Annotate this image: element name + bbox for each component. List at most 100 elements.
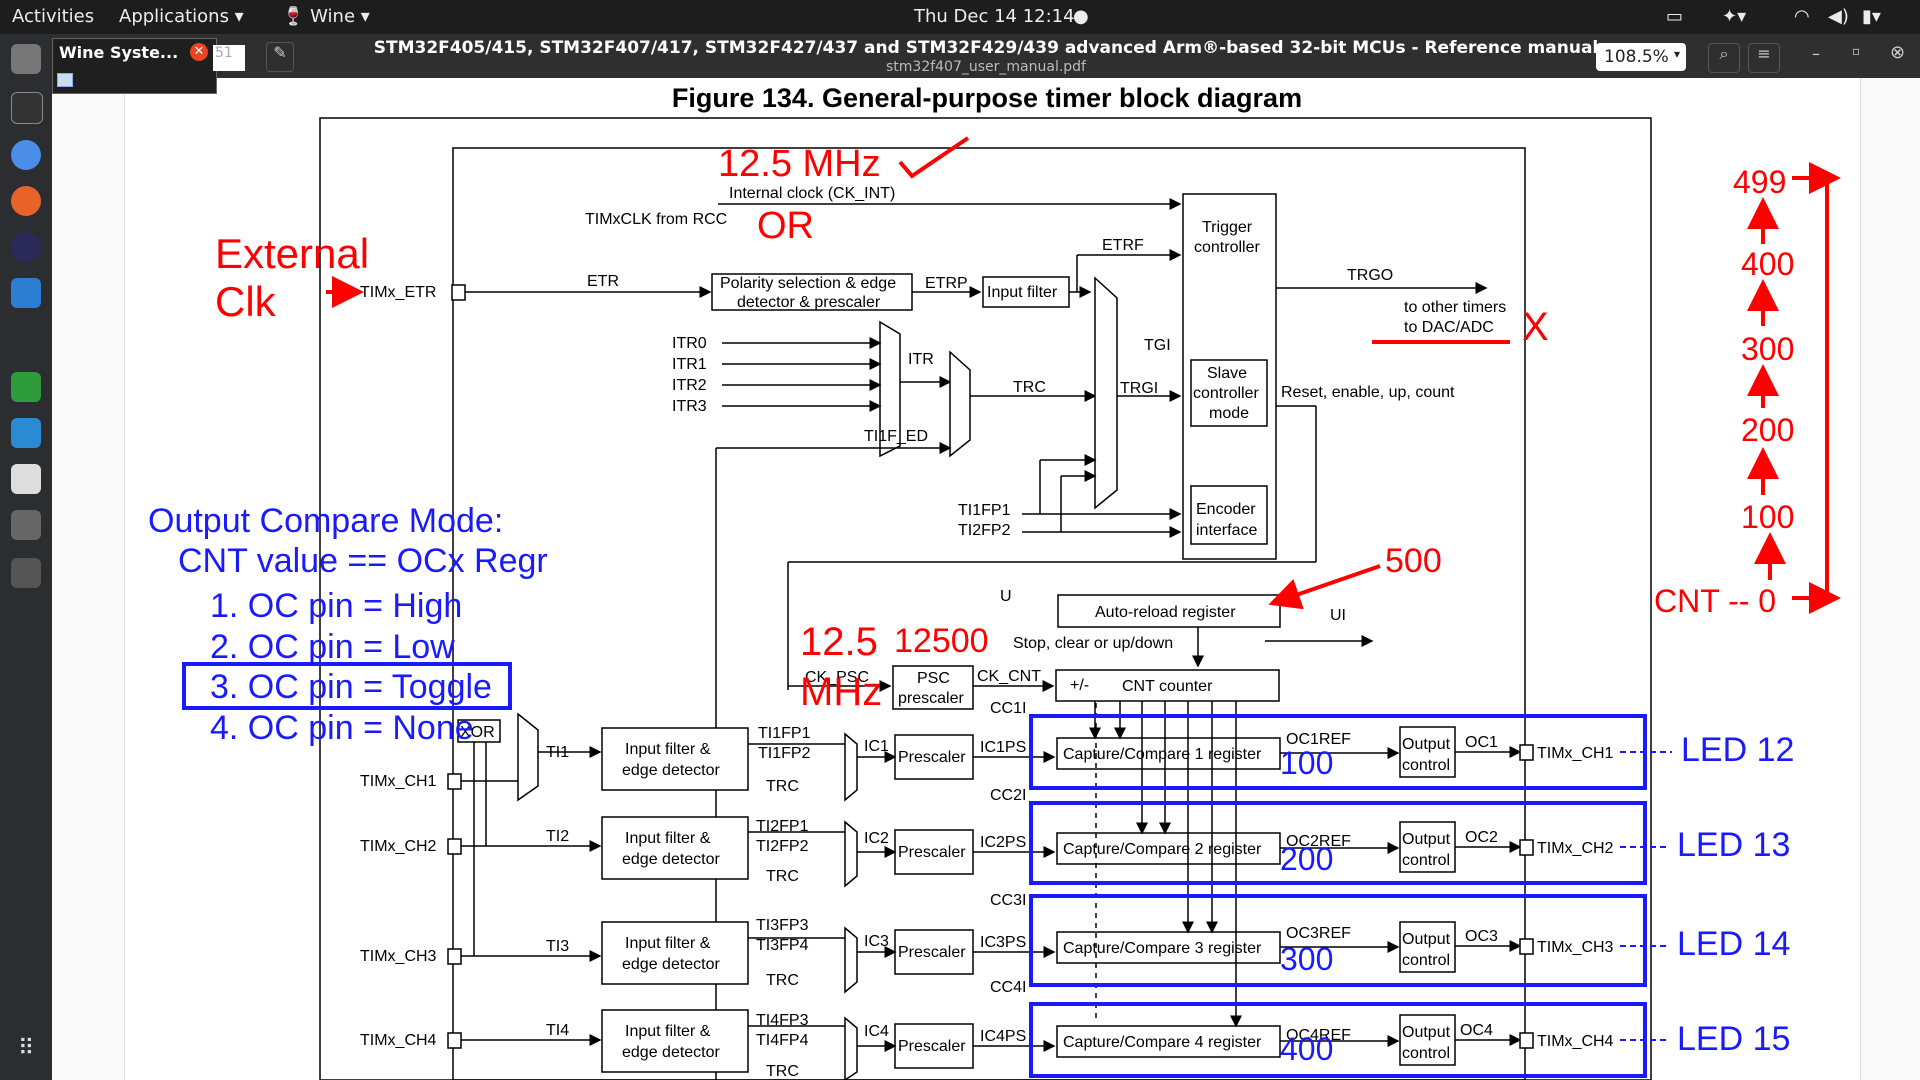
timx-ch3-output-label: TIMx_CH3 [1537,939,1614,956]
cc2-register-label: Capture/Compare 2 register [1063,841,1262,858]
autoreload-label: Auto-reload register [1095,604,1236,621]
figure-title: Figure 134. General-purpose timer block … [672,83,1302,113]
annot-cnt-scale-200: 200 [1741,412,1794,448]
trc-ch2-label: TRC [766,868,799,885]
ti2fp2-label: TI2FP2 [958,522,1011,539]
to-other-timers-label: to other timers [1404,299,1506,316]
itr0-label: ITR0 [672,335,707,352]
ui-label: UI [1330,607,1346,624]
cc1-register-label: Capture/Compare 1 register [1063,746,1262,763]
timxclk-label: TIMxCLK from RCC [585,211,727,228]
ti2fp1-label: TI2FP1 [756,818,809,835]
annot-cnt-scale-499: 499 [1733,164,1786,200]
ti4fp3-label: TI4FP3 [756,1012,809,1029]
ck-cnt-label: CK_CNT [977,668,1041,685]
filter3-label-2: edge detector [622,956,721,973]
cc3i-label: CC3I [990,892,1026,909]
annot-oc-line1: CNT value == OCx Regr [178,542,548,580]
ic3-label: IC3 [864,933,889,950]
ti3-label: TI3 [546,938,569,955]
trc-ch3-label: TRC [766,972,799,989]
output-control-1-label-1: Output [1402,736,1451,753]
ti1fp1-label: TI1FP1 [958,502,1011,519]
timx-ch1-input-label: TIMx_CH1 [360,773,437,790]
output-control-3-label-2: control [1402,952,1450,969]
psc-label-2: prescaler [898,690,964,707]
filter1-label-2: edge detector [622,762,721,779]
timx-ch2-output-label: TIMx_CH2 [1537,840,1614,857]
trc-ch4-label: TRC [766,1063,799,1080]
ic2-label: IC2 [864,830,889,847]
slave-label-3: mode [1209,405,1249,422]
itr2-label: ITR2 [672,377,707,394]
polarity-label-1: Polarity selection & edge [720,275,896,292]
oc1-label: OC1 [1465,734,1498,751]
ti2fp2-ch2-label: TI2FP2 [756,838,809,855]
trc-label: TRC [1013,379,1046,396]
ti3fp3-label: TI3FP3 [756,917,809,934]
checkmark-icon [898,136,970,179]
filter3-label-1: Input filter & [625,935,711,952]
annot-led-12: LED 12 [1681,731,1794,769]
itr3-label: ITR3 [672,398,707,415]
prescaler2-label: Prescaler [898,844,966,861]
u-label: U [1000,588,1012,605]
ic2ps-label: IC2PS [980,834,1026,851]
ti2-label: TI2 [546,828,569,845]
annot-x-mark: X [1522,305,1549,349]
timx-ch1-output-label: TIMx_CH1 [1537,745,1614,762]
annot-oc-item4: 4. OC pin = None [210,709,474,747]
timx-ch4-output-label: TIMx_CH4 [1537,1033,1614,1050]
annot-500: 500 [1385,542,1442,580]
encoder-label-2: interface [1196,522,1257,539]
oc4-label: OC4 [1460,1022,1493,1039]
output-control-4-label-2: control [1402,1045,1450,1062]
ic3ps-label: IC3PS [980,934,1026,951]
psc-label-1: PSC [917,670,950,687]
output-control-2-label-1: Output [1402,831,1451,848]
plusminus-label: +/- [1070,677,1089,694]
input-filter-label: Input filter [987,284,1058,301]
annot-mhz: MHz [800,670,882,714]
cc4-register-label: Capture/Compare 4 register [1063,1034,1262,1051]
ti1f-ed-label: TI1F_ED [864,428,928,445]
trgo-label: TRGO [1347,267,1393,284]
filter2-label-1: Input filter & [625,830,711,847]
annot-led-13: LED 13 [1677,826,1790,864]
cc3-register-label: Capture/Compare 3 register [1063,940,1262,957]
output-control-3-label-1: Output [1402,931,1451,948]
tgi-label: TGI [1144,337,1171,354]
oc3-label: OC3 [1465,928,1498,945]
timx-ch2-input-label: TIMx_CH2 [360,838,437,855]
timx-etr-label: TIMx_ETR [360,284,436,301]
etrf-label: ETRF [1102,237,1144,254]
annot-cmp-200: 200 [1280,841,1333,877]
itr-label: ITR [908,351,934,368]
trc-ch1-label: TRC [766,778,799,795]
cc2i-label: CC2I [990,787,1026,804]
annot-external: External [215,230,369,277]
annot-oc-item2: 2. OC pin = Low [210,628,455,666]
to-dac-adc-label: to DAC/ADC [1404,319,1494,336]
annot-led-14: LED 14 [1677,925,1790,963]
etrp-label: ETRP [925,275,968,292]
annot-oc-title: Output Compare Mode: [148,502,503,540]
timx-ch4-input-label: TIMx_CH4 [360,1032,437,1049]
annot-cnt-scale-300: 300 [1741,331,1794,367]
annot-oc-item1: 1. OC pin = High [210,587,462,625]
stop-clear-label: Stop, clear or up/down [1013,635,1173,652]
prescaler3-label: Prescaler [898,944,966,961]
annot-led-15: LED 15 [1677,1020,1790,1058]
annot-cmp-300: 300 [1280,941,1333,977]
ic4ps-label: IC4PS [980,1028,1026,1045]
cc4i-label: CC4I [990,979,1026,996]
trigger-label-2: controller [1194,239,1260,256]
filter1-label-1: Input filter & [625,741,711,758]
ti4fp4-label: TI4FP4 [756,1032,809,1049]
slave-label-2: controller [1193,385,1259,402]
annot-12-5: 12.5 [800,620,878,664]
reset-enable-label: Reset, enable, up, count [1281,384,1455,401]
filter4-label-2: edge detector [622,1044,721,1061]
timer-block-diagram: Figure 134. General-purpose timer block … [148,83,1841,1080]
output-control-1-label-2: control [1402,757,1450,774]
